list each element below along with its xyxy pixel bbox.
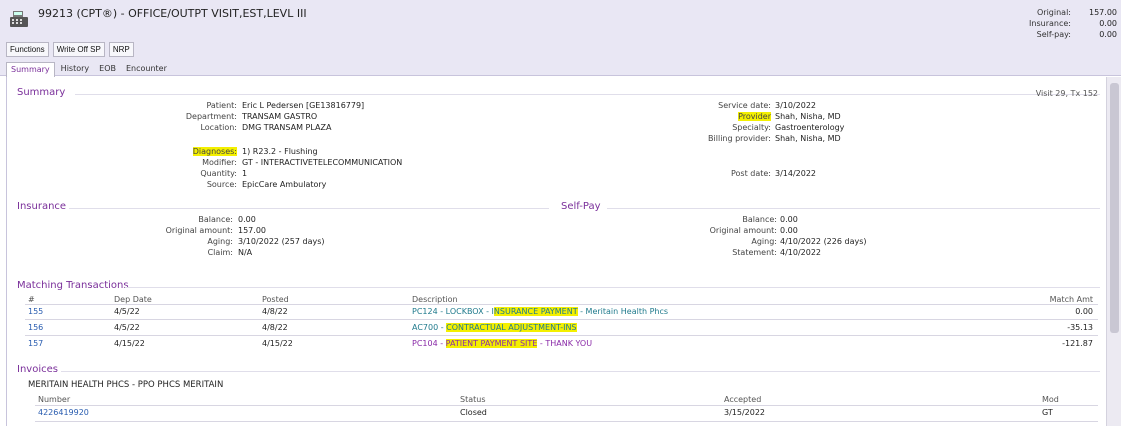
desc-highlight: NSURANCE PAYMENT [493, 307, 578, 316]
insurance-label: Insurance: [1029, 19, 1071, 28]
header-bar: 99213 (CPT®) - OFFICE/OUTPT VISIT,EST,LE… [0, 0, 1121, 77]
inv-header-divider [35, 405, 1098, 406]
desc-highlight: PATIENT PAYMENT SITE [445, 339, 538, 348]
provider-label: Provider [621, 111, 771, 122]
col-posted: Posted [262, 295, 289, 304]
match-amt: -35.13 [1067, 323, 1093, 332]
original-value: 157.00 [1089, 8, 1117, 17]
row-divider [35, 421, 1098, 422]
col-description: Description [412, 295, 458, 304]
scrollbar-thumb[interactable] [1110, 83, 1119, 333]
code: AC700 [412, 323, 439, 332]
service-date-label: Service date: [718, 101, 771, 110]
sp-balance-value: 0.00 [780, 215, 798, 224]
col-match-amt: Match Amt [1049, 295, 1093, 304]
posted-date: 4/8/22 [262, 323, 288, 332]
provider-label-text: Provider [738, 112, 771, 121]
billing-provider-value: Shah, Nisha, MD [775, 134, 841, 143]
tab-history[interactable]: History [57, 62, 93, 76]
selfpay-section: Balance: 0.00 Original amount: 0.00 Agin… [7, 214, 1007, 260]
nrp-button[interactable]: NRP [108, 42, 134, 57]
original-label: Original: [1037, 8, 1071, 17]
desc-rest: - THANK YOU [537, 339, 593, 348]
col-dep-date: Dep Date [114, 295, 152, 304]
header-divider [25, 304, 1098, 305]
row-divider [25, 319, 1098, 320]
billing-provider-label: Billing provider: [708, 134, 771, 143]
post-date-label: Post date: [730, 169, 771, 178]
invoice-accepted: 3/15/2022 [724, 408, 766, 417]
summary-right: Service date: 3/10/2022 Provider Shah, N… [7, 100, 1007, 190]
sp-statement-value: 4/10/2022 [780, 248, 822, 257]
tab-eob[interactable]: EOB [95, 62, 120, 76]
inv-col-mod: Mod [1042, 395, 1059, 404]
desc-rest: - Meritain Health Phcs [577, 307, 669, 316]
insurance-divider [69, 208, 549, 209]
sp-statement-label: Statement: [732, 248, 777, 257]
summary-divider [75, 94, 1100, 95]
insurance-value: 0.00 [1099, 19, 1117, 28]
inv-col-accepted: Accepted [724, 395, 762, 404]
selfpay-heading: Self-Pay [561, 201, 601, 212]
invoices-divider [61, 371, 1100, 372]
page-title: 99213 (CPT®) - OFFICE/OUTPT VISIT,EST,LE… [38, 7, 307, 20]
toolbar: Functions Write Off SP NRP [6, 42, 134, 57]
matching-heading: Matching Transactions [17, 280, 129, 291]
posted-date: 4/8/22 [262, 307, 288, 316]
dep-date: 4/5/22 [114, 307, 140, 316]
service-date-value: 3/10/2022 [775, 101, 817, 110]
inv-col-status: Status [460, 395, 486, 404]
summary-heading: Summary [17, 87, 66, 98]
invoices-heading: Invoices [17, 364, 58, 375]
inv-col-number: Number [38, 395, 71, 404]
specialty-value: Gastroenterology [775, 123, 845, 132]
post-date-value: 3/14/2022 [775, 169, 817, 178]
vertical-scrollbar[interactable] [1106, 77, 1121, 426]
invoice-status: Closed [460, 408, 487, 417]
selfpay-divider [607, 208, 1100, 209]
sp-original-label: Original amount: [709, 226, 777, 235]
row-divider [25, 335, 1098, 336]
sp-aging-value: 4/10/2022 (226 days) [780, 237, 867, 246]
desc-sep: - LOCKBOX - I [437, 307, 494, 316]
col-number: # [28, 295, 35, 304]
invoice-mod: GT [1042, 408, 1053, 417]
code: PC124 [412, 307, 438, 316]
match-amt: 0.00 [1075, 307, 1093, 316]
desc-sep: - [437, 339, 446, 348]
txn-id-link[interactable]: 156 [28, 323, 43, 332]
selfpay-value: 0.00 [1099, 30, 1117, 39]
invoice-number-link[interactable]: 4226419920 [38, 408, 89, 417]
sp-balance-label: Balance: [742, 215, 777, 224]
payer-name: MERITAIN HEALTH PHCS - PPO PHCS MERITAIN [28, 380, 224, 390]
selfpay-label: Self-pay: [1036, 30, 1071, 39]
txn-id-link[interactable]: 155 [28, 307, 43, 316]
write-off-sp-button[interactable]: Write Off SP [52, 42, 105, 57]
txn-id-link[interactable]: 157 [28, 339, 43, 348]
dep-date: 4/15/22 [114, 339, 145, 348]
tab-bar: Summary History EOB Encounter [6, 62, 173, 77]
totals-panel: Original: 157.00 Insurance: 0.00 Self-pay:… [987, 7, 1117, 40]
desc-sep: - [438, 323, 447, 332]
description[interactable]: AC700 - CONTRACTUAL ADJUSTMENT-INS [412, 323, 577, 332]
description[interactable]: PC104 - PATIENT PAYMENT SITE - THANK YOU [412, 339, 592, 348]
description[interactable]: PC124 - LOCKBOX - INSURANCE PAYMENT - Me… [412, 307, 668, 316]
insurance-heading: Insurance [17, 201, 67, 212]
match-amt: -121.87 [1062, 339, 1093, 348]
dep-date: 4/5/22 [114, 323, 140, 332]
content-pane: Summary Visit 29, Tx 152 Patient: Eric L… [6, 77, 1105, 426]
posted-date: 4/15/22 [262, 339, 293, 348]
matching-divider [125, 287, 1100, 288]
tab-summary[interactable]: Summary [6, 62, 55, 77]
specialty-label: Specialty: [732, 123, 771, 132]
sp-aging-label: Aging: [751, 237, 777, 246]
functions-button[interactable]: Functions [6, 42, 49, 57]
tab-encounter[interactable]: Encounter [122, 62, 171, 76]
cash-register-icon [10, 11, 28, 27]
visit-info: Visit 29, Tx 152 [1035, 89, 1098, 98]
desc-highlight: CONTRACTUAL ADJUSTMENT-INS [446, 323, 577, 332]
code: PC104 [412, 339, 438, 348]
sp-original-value: 0.00 [780, 226, 798, 235]
provider-value: Shah, Nisha, MD [775, 112, 841, 121]
